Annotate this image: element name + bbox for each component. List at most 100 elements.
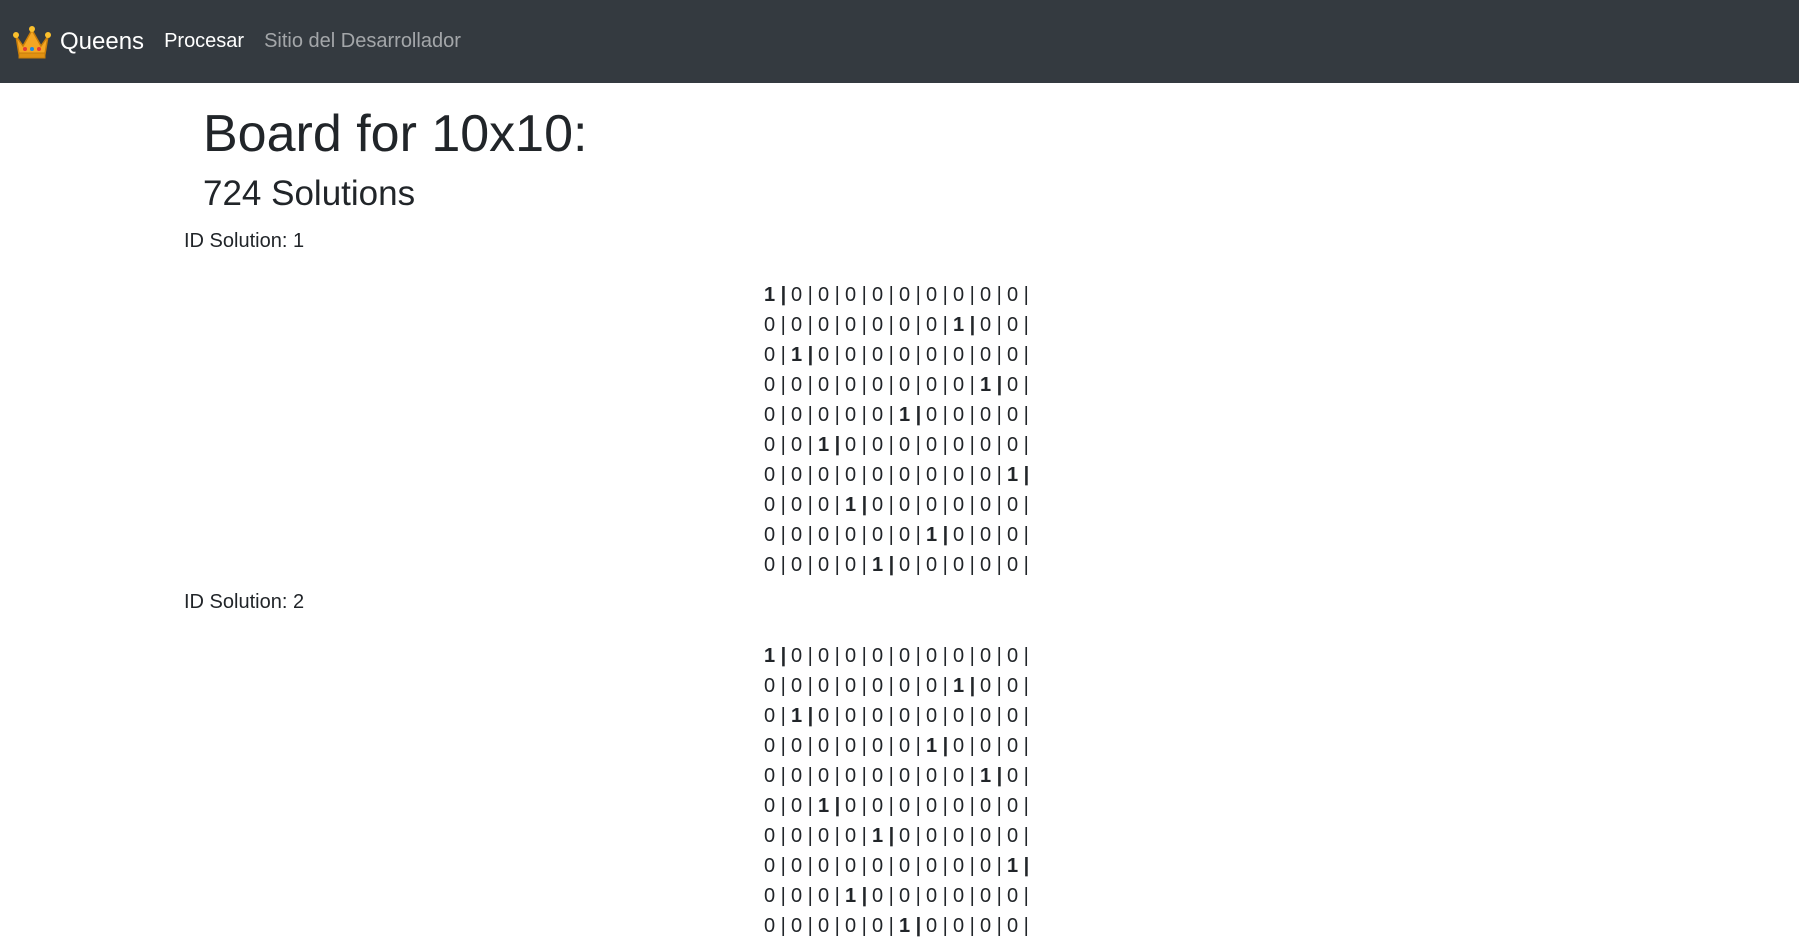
page-title: Board for 10x10:	[203, 105, 588, 163]
empty-cell: 0 |	[791, 404, 813, 426]
board-row: 0 | 0 | 0 | 0 | 0 | 1 | 0 | 0 | 0 | 0 |	[764, 911, 1034, 941]
empty-cell: 0 |	[926, 404, 948, 426]
queen-cell: 1 |	[1007, 464, 1030, 486]
empty-cell: 0 |	[764, 554, 786, 576]
empty-cell: 0 |	[980, 675, 1002, 697]
empty-cell: 0 |	[926, 675, 948, 697]
brand-link[interactable]: Queens	[12, 24, 144, 60]
empty-cell: 0 |	[764, 915, 786, 937]
queen-cell: 1 |	[980, 765, 1003, 787]
empty-cell: 0 |	[764, 464, 786, 486]
empty-cell: 0 |	[845, 314, 867, 336]
empty-cell: 0 |	[953, 404, 975, 426]
empty-cell: 0 |	[1007, 284, 1029, 306]
empty-cell: 0 |	[845, 344, 867, 366]
empty-cell: 0 |	[926, 795, 948, 817]
empty-cell: 0 |	[764, 795, 786, 817]
empty-cell: 0 |	[872, 765, 894, 787]
empty-cell: 0 |	[845, 915, 867, 937]
empty-cell: 0 |	[872, 855, 894, 877]
empty-cell: 0 |	[1007, 825, 1029, 847]
board-row: 1 | 0 | 0 | 0 | 0 | 0 | 0 | 0 | 0 | 0 |	[764, 280, 1034, 310]
empty-cell: 0 |	[953, 344, 975, 366]
board-row: 0 | 0 | 0 | 0 | 0 | 0 | 0 | 0 | 1 | 0 |	[764, 370, 1034, 400]
empty-cell: 0 |	[1007, 524, 1029, 546]
empty-cell: 0 |	[818, 735, 840, 757]
empty-cell: 0 |	[899, 344, 921, 366]
empty-cell: 0 |	[926, 374, 948, 396]
empty-cell: 0 |	[845, 464, 867, 486]
empty-cell: 0 |	[791, 795, 813, 817]
empty-cell: 0 |	[980, 284, 1002, 306]
empty-cell: 0 |	[818, 284, 840, 306]
empty-cell: 0 |	[926, 915, 948, 937]
nav-link-sitio-desarrollador[interactable]: Sitio del Desarrollador	[264, 30, 461, 53]
empty-cell: 0 |	[872, 434, 894, 456]
empty-cell: 0 |	[872, 735, 894, 757]
board-row: 0 | 0 | 0 | 0 | 0 | 1 | 0 | 0 | 0 | 0 |	[764, 400, 1034, 430]
empty-cell: 0 |	[953, 645, 975, 667]
empty-cell: 0 |	[1007, 554, 1029, 576]
empty-cell: 0 |	[845, 705, 867, 727]
empty-cell: 0 |	[980, 404, 1002, 426]
empty-cell: 0 |	[899, 705, 921, 727]
queen-cell: 1 |	[818, 795, 841, 817]
queen-cell: 1 |	[899, 915, 922, 937]
empty-cell: 0 |	[899, 735, 921, 757]
empty-cell: 0 |	[872, 494, 894, 516]
empty-cell: 0 |	[791, 675, 813, 697]
queen-cell: 1 |	[764, 645, 787, 667]
empty-cell: 0 |	[872, 374, 894, 396]
empty-cell: 0 |	[926, 825, 948, 847]
empty-cell: 0 |	[818, 314, 840, 336]
empty-cell: 0 |	[872, 915, 894, 937]
empty-cell: 0 |	[818, 494, 840, 516]
empty-cell: 0 |	[872, 284, 894, 306]
empty-cell: 0 |	[1007, 735, 1029, 757]
empty-cell: 0 |	[845, 675, 867, 697]
empty-cell: 0 |	[791, 645, 813, 667]
empty-cell: 0 |	[953, 795, 975, 817]
empty-cell: 0 |	[818, 915, 840, 937]
empty-cell: 0 |	[926, 434, 948, 456]
empty-cell: 0 |	[953, 735, 975, 757]
board-row: 0 | 0 | 0 | 1 | 0 | 0 | 0 | 0 | 0 | 0 |	[764, 881, 1034, 911]
empty-cell: 0 |	[791, 825, 813, 847]
empty-cell: 0 |	[791, 765, 813, 787]
empty-cell: 0 |	[872, 675, 894, 697]
empty-cell: 0 |	[926, 885, 948, 907]
empty-cell: 0 |	[953, 434, 975, 456]
nav-link-procesar[interactable]: Procesar	[164, 30, 244, 53]
empty-cell: 0 |	[899, 374, 921, 396]
empty-cell: 0 |	[926, 554, 948, 576]
empty-cell: 0 |	[845, 795, 867, 817]
empty-cell: 0 |	[980, 855, 1002, 877]
empty-cell: 0 |	[791, 464, 813, 486]
empty-cell: 0 |	[818, 825, 840, 847]
empty-cell: 0 |	[953, 885, 975, 907]
empty-cell: 0 |	[980, 554, 1002, 576]
empty-cell: 0 |	[764, 344, 786, 366]
empty-cell: 0 |	[818, 645, 840, 667]
empty-cell: 0 |	[764, 404, 786, 426]
board-row: 0 | 0 | 0 | 0 | 0 | 0 | 0 | 1 | 0 | 0 |	[764, 671, 1034, 701]
empty-cell: 0 |	[899, 524, 921, 546]
empty-cell: 0 |	[953, 374, 975, 396]
empty-cell: 0 |	[818, 404, 840, 426]
queen-cell: 1 |	[791, 705, 814, 727]
empty-cell: 0 |	[926, 314, 948, 336]
empty-cell: 0 |	[791, 494, 813, 516]
queen-cell: 1 |	[845, 885, 868, 907]
empty-cell: 0 |	[926, 705, 948, 727]
empty-cell: 0 |	[791, 374, 813, 396]
empty-cell: 0 |	[872, 404, 894, 426]
empty-cell: 0 |	[980, 915, 1002, 937]
queen-cell: 1 |	[764, 284, 787, 306]
empty-cell: 0 |	[845, 765, 867, 787]
empty-cell: 0 |	[953, 494, 975, 516]
empty-cell: 0 |	[845, 524, 867, 546]
board-row: 0 | 0 | 0 | 0 | 1 | 0 | 0 | 0 | 0 | 0 |	[764, 550, 1034, 580]
empty-cell: 0 |	[791, 735, 813, 757]
empty-cell: 0 |	[818, 705, 840, 727]
empty-cell: 0 |	[953, 915, 975, 937]
